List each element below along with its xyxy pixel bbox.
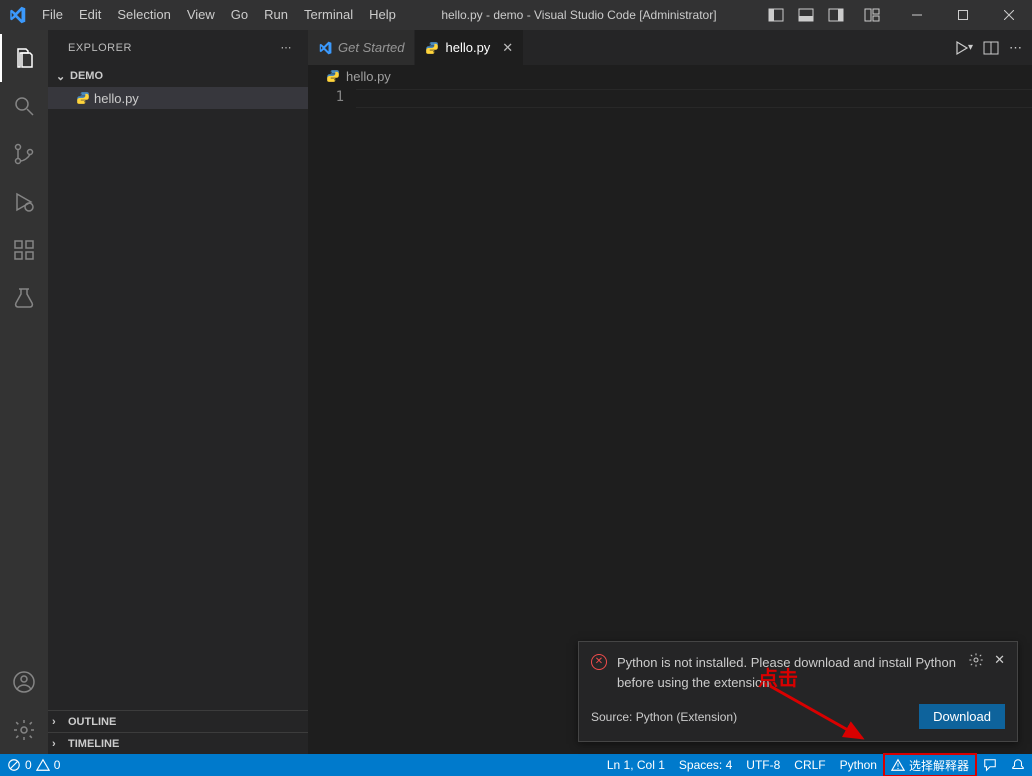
window-controls [894, 0, 1032, 30]
menubar: File Edit Selection View Go Run Terminal… [34, 0, 404, 30]
run-debug-icon[interactable] [0, 178, 48, 226]
explorer-root[interactable]: ⌄ DEMO [48, 65, 308, 87]
chevron-down-icon: ⌄ [56, 70, 70, 83]
python-file-icon [326, 69, 340, 83]
tab-label: Get Started [338, 40, 404, 55]
split-editor-icon[interactable] [983, 40, 999, 56]
accounts-icon[interactable] [0, 658, 48, 706]
file-name: hello.py [94, 91, 139, 106]
menu-file[interactable]: File [34, 0, 71, 30]
notification-message: Python is not installed. Please download… [617, 652, 958, 692]
status-eol[interactable]: CRLF [787, 754, 832, 776]
settings-gear-icon[interactable] [0, 706, 48, 754]
tabbar: Get Started hello.py ✕ ▾ ⋯ [308, 30, 1032, 65]
titlebar: File Edit Selection View Go Run Terminal… [0, 0, 1032, 30]
error-count: 0 [25, 758, 32, 772]
toggle-panel-right-icon[interactable] [824, 0, 848, 30]
menu-terminal[interactable]: Terminal [296, 0, 361, 30]
error-icon: ✕ [591, 654, 607, 670]
python-file-icon [76, 91, 94, 105]
activitybar [0, 30, 48, 754]
explorer-icon[interactable] [0, 34, 48, 82]
timeline-section[interactable]: › TIMELINE [48, 732, 308, 754]
outline-section[interactable]: › OUTLINE [48, 710, 308, 732]
warning-count: 0 [54, 758, 61, 772]
tab-hello-py[interactable]: hello.py ✕ [415, 30, 524, 65]
more-editor-actions-icon[interactable]: ⋯ [1009, 40, 1022, 56]
minimize-button[interactable] [894, 0, 940, 30]
status-encoding[interactable]: UTF-8 [739, 754, 787, 776]
status-notifications-icon[interactable] [1004, 754, 1032, 776]
search-icon[interactable] [0, 82, 48, 130]
menu-selection[interactable]: Selection [109, 0, 178, 30]
menu-view[interactable]: View [179, 0, 223, 30]
python-file-icon [425, 41, 439, 55]
notification-close-icon[interactable]: ✕ [994, 652, 1005, 668]
chevron-right-icon: › [52, 716, 68, 728]
chevron-right-icon: › [52, 738, 68, 750]
current-line-highlight [356, 89, 1032, 108]
window-title: hello.py - demo - Visual Studio Code [Ad… [404, 8, 754, 22]
timeline-label: TIMELINE [68, 738, 119, 750]
status-select-interpreter[interactable]: 选择解释器 [884, 754, 976, 776]
vscode-icon [318, 41, 332, 55]
sidebar-title: EXPLORER [68, 42, 132, 54]
sidebar: EXPLORER ⋯ ⌄ DEMO hello.py › OUTLINE › T… [48, 30, 308, 754]
notification-settings-icon[interactable] [968, 652, 984, 668]
status-problems[interactable]: 0 0 [0, 754, 67, 776]
more-actions-icon[interactable]: ⋯ [281, 41, 293, 54]
status-language[interactable]: Python [833, 754, 884, 776]
root-folder-label: DEMO [70, 70, 103, 82]
tab-label: hello.py [445, 40, 490, 55]
line-number: 1 [308, 89, 344, 105]
status-feedback-icon[interactable] [976, 754, 1004, 776]
menu-help[interactable]: Help [361, 0, 404, 30]
customize-layout-icon[interactable] [860, 0, 884, 30]
menu-edit[interactable]: Edit [71, 0, 109, 30]
menu-run[interactable]: Run [256, 0, 296, 30]
notification-toast: ✕ Python is not installed. Please downlo… [578, 641, 1018, 742]
file-tree-item[interactable]: hello.py [48, 87, 308, 109]
line-gutter: 1 [308, 87, 356, 754]
status-ln-col[interactable]: Ln 1, Col 1 [600, 754, 672, 776]
statusbar: 0 0 Ln 1, Col 1 Spaces: 4 UTF-8 CRLF Pyt… [0, 754, 1032, 776]
notification-source: Source: Python (Extension) [591, 710, 737, 724]
toggle-panel-bottom-icon[interactable] [794, 0, 818, 30]
interpreter-label: 选择解释器 [909, 757, 969, 774]
toggle-panel-left-icon[interactable] [764, 0, 788, 30]
testing-icon[interactable] [0, 274, 48, 322]
maximize-button[interactable] [940, 0, 986, 30]
menu-go[interactable]: Go [223, 0, 256, 30]
breadcrumb-label: hello.py [346, 69, 391, 84]
close-button[interactable] [986, 0, 1032, 30]
close-tab-icon[interactable]: ✕ [502, 40, 513, 56]
breadcrumb[interactable]: hello.py [308, 65, 1032, 87]
source-control-icon[interactable] [0, 130, 48, 178]
download-button[interactable]: Download [919, 704, 1005, 729]
status-indent[interactable]: Spaces: 4 [672, 754, 739, 776]
vscode-logo-icon [0, 0, 34, 30]
extensions-icon[interactable] [0, 226, 48, 274]
run-file-button[interactable]: ▾ [954, 40, 973, 56]
outline-label: OUTLINE [68, 716, 116, 728]
tab-get-started[interactable]: Get Started [308, 30, 415, 65]
layout-controls [754, 0, 894, 30]
